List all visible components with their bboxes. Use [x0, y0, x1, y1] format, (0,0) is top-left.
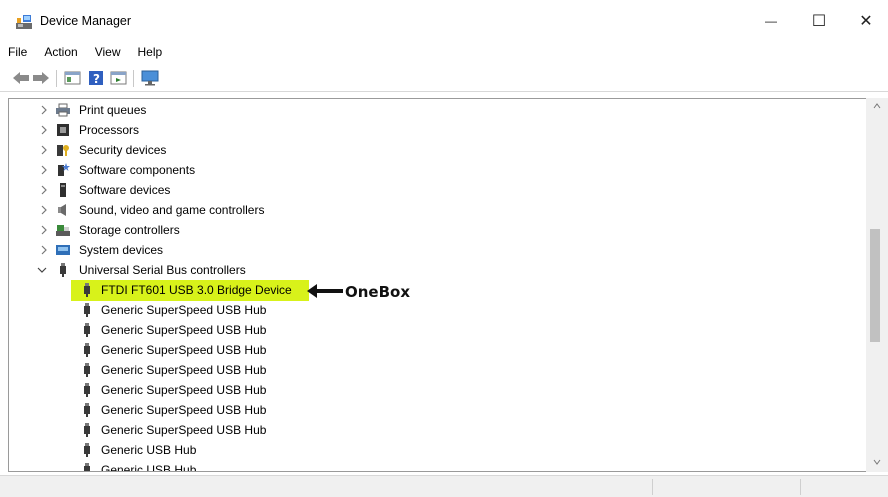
- tree-item-label: Generic SuperSpeed USB Hub: [101, 363, 267, 377]
- usb-plug-icon: [84, 363, 90, 377]
- tree-item-label: Generic SuperSpeed USB Hub: [101, 383, 267, 397]
- maximize-button[interactable]: ☐: [796, 6, 842, 36]
- usb-plug-icon: [84, 383, 90, 397]
- scroll-up-icon[interactable]: [873, 102, 881, 110]
- toolbar-separator: [133, 70, 134, 87]
- tree-category-label: Processors: [79, 123, 140, 137]
- tree-category-label: Software devices: [79, 183, 171, 197]
- toolbar-separator: [56, 70, 57, 87]
- close-button[interactable]: ✕: [843, 6, 888, 36]
- annotation-arrow-icon: [307, 284, 343, 298]
- chevron-right-icon[interactable]: [39, 225, 49, 235]
- status-separator: [800, 479, 801, 495]
- usb-plug-icon: [84, 323, 90, 337]
- update-driver-icon[interactable]: [110, 70, 127, 86]
- chevron-right-icon[interactable]: [39, 245, 49, 255]
- tree-item-generic-usb-hub[interactable]: Generic USB Hub: [9, 460, 869, 472]
- tree-category-system-devices[interactable]: System devices: [9, 240, 869, 260]
- tree-category-label: Software components: [79, 163, 196, 177]
- software-device-icon: [60, 183, 66, 197]
- device-manager-icon: [16, 15, 32, 29]
- tree-category-label: Universal Serial Bus controllers: [79, 263, 246, 277]
- menu-bar: File Action View Help: [0, 42, 888, 62]
- tree-category-usb-controllers[interactable]: Universal Serial Bus controllers: [9, 260, 869, 280]
- usb-plug-icon: [84, 463, 90, 471]
- printer-icon: [56, 103, 70, 117]
- properties-icon[interactable]: [64, 70, 81, 86]
- toolbar: ?: [0, 64, 888, 92]
- device-tree: Print queues Processors Security devices…: [8, 98, 888, 472]
- tree-item-usb-hub[interactable]: Generic SuperSpeed USB Hub: [9, 340, 869, 360]
- chevron-right-icon[interactable]: [39, 105, 49, 115]
- chevron-right-icon[interactable]: [39, 165, 49, 175]
- menu-action[interactable]: Action: [36, 42, 86, 62]
- tree-item-label: Generic SuperSpeed USB Hub: [101, 323, 267, 337]
- tree-category-sound-video-game[interactable]: Sound, video and game controllers: [9, 200, 869, 220]
- tree-category-label: Security devices: [79, 143, 167, 157]
- menu-view[interactable]: View: [87, 42, 130, 62]
- help-icon[interactable]: ?: [88, 70, 104, 86]
- tree-category-label: Sound, video and game controllers: [79, 203, 265, 217]
- menu-help[interactable]: Help: [130, 42, 172, 62]
- status-bar: [0, 475, 888, 497]
- usb-plug-icon: [84, 303, 90, 317]
- tree-item-label: Generic SuperSpeed USB Hub: [101, 423, 267, 437]
- tree-category-label: System devices: [79, 243, 164, 257]
- svg-text:?: ?: [93, 72, 100, 86]
- tree-category-storage-controllers[interactable]: Storage controllers: [9, 220, 869, 240]
- tree-item-label: Generic USB Hub: [101, 463, 197, 472]
- usb-plug-icon: [84, 283, 90, 297]
- security-device-icon: [57, 145, 69, 156]
- tree-category-software-components[interactable]: Software components: [9, 160, 869, 180]
- software-component-icon: [58, 163, 70, 176]
- tree-item-label: Generic SuperSpeed USB Hub: [101, 303, 267, 317]
- tree-item-usb-hub[interactable]: Generic SuperSpeed USB Hub: [9, 320, 869, 340]
- chevron-right-icon[interactable]: [39, 125, 49, 135]
- usb-plug-icon: [84, 403, 90, 417]
- scrollbar-thumb[interactable]: [870, 229, 880, 342]
- minimize-button[interactable]: —: [748, 6, 794, 36]
- usb-plug-icon: [84, 343, 90, 357]
- usb-plug-icon: [84, 443, 90, 457]
- tree-item-label: Generic SuperSpeed USB Hub: [101, 343, 267, 357]
- tree-category-software-devices[interactable]: Software devices: [9, 180, 869, 200]
- back-arrow-icon[interactable]: [12, 70, 30, 86]
- tree-item-usb-hub[interactable]: Generic SuperSpeed USB Hub: [9, 380, 869, 400]
- scroll-down-icon[interactable]: [873, 458, 881, 466]
- speaker-icon: [58, 204, 66, 216]
- tree-item-usb-hub[interactable]: Generic SuperSpeed USB Hub: [9, 300, 869, 320]
- tree-category-label: Print queues: [79, 103, 147, 117]
- title-bar: Device Manager — ☐ ✕: [0, 0, 888, 40]
- tree-item-generic-usb-hub[interactable]: Generic USB Hub: [9, 440, 869, 460]
- tree-item-usb-hub[interactable]: Generic SuperSpeed USB Hub: [9, 400, 869, 420]
- tree-item-label: Generic USB Hub: [101, 443, 197, 457]
- annotation-label: OneBox: [345, 283, 411, 301]
- chevron-right-icon[interactable]: [39, 205, 49, 215]
- maximize-icon: ☐: [811, 13, 827, 30]
- tree-item-label: Generic SuperSpeed USB Hub: [101, 403, 267, 417]
- tree-category-security-devices[interactable]: Security devices: [9, 140, 869, 160]
- forward-arrow-icon[interactable]: [32, 70, 50, 86]
- chevron-right-icon[interactable]: [39, 145, 49, 155]
- tree-category-print-queues[interactable]: Print queues: [9, 100, 869, 120]
- tree-category-processors[interactable]: Processors: [9, 120, 869, 140]
- monitor-icon[interactable]: [141, 70, 159, 86]
- processor-icon: [57, 124, 69, 136]
- storage-controller-icon: [56, 225, 70, 236]
- tree-item-usb-hub[interactable]: Generic SuperSpeed USB Hub: [9, 360, 869, 380]
- close-icon: ✕: [859, 13, 873, 30]
- tree-item-usb-hub[interactable]: Generic SuperSpeed USB Hub: [9, 420, 869, 440]
- system-device-icon: [56, 245, 70, 255]
- chevron-right-icon[interactable]: [39, 185, 49, 195]
- usb-plug-icon: [60, 263, 66, 277]
- tree-category-label: Storage controllers: [79, 223, 180, 237]
- tree-item-label: FTDI FT601 USB 3.0 Bridge Device: [101, 283, 292, 297]
- minimize-icon: —: [765, 14, 777, 28]
- usb-plug-icon: [84, 423, 90, 437]
- menu-file[interactable]: File: [0, 42, 36, 62]
- tree-item-ftdi-device[interactable]: FTDI FT601 USB 3.0 Bridge Device: [9, 280, 869, 301]
- status-separator: [652, 479, 653, 495]
- chevron-down-icon[interactable]: [37, 265, 47, 275]
- window-title: Device Manager: [40, 14, 132, 28]
